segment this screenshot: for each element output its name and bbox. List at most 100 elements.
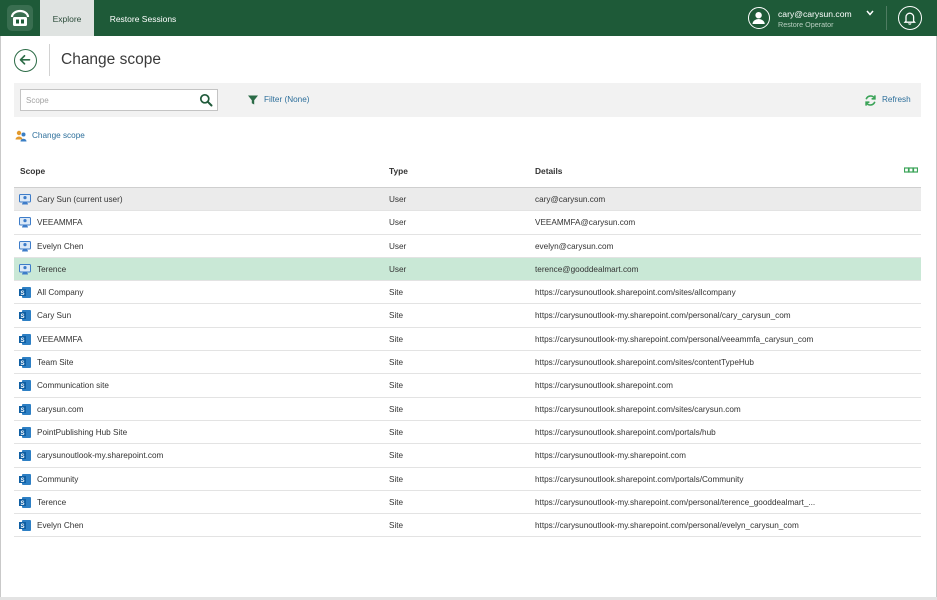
table-row[interactable]: S Team Site Site https://carysunoutlook.sha… <box>14 351 921 375</box>
cell-scope: carysun.com <box>37 404 84 414</box>
user-role: Restore Operator <box>778 20 834 29</box>
cell-scope: VEEAMMFA <box>37 218 83 228</box>
column-chooser-icon[interactable] <box>904 166 918 174</box>
chevron-down-icon <box>866 10 874 16</box>
cell-scope: VEEAMMFA <box>37 334 83 344</box>
cell-type: Site <box>389 427 404 437</box>
cell-details: terence@gooddealmart.com <box>535 264 639 274</box>
user-avatar-icon <box>752 12 765 24</box>
table-row[interactable]: S VEEAMMFA Site https://carysunoutlook-my.s… <box>14 328 921 352</box>
cell-details: cary@carysun.com <box>535 195 606 204</box>
sharepoint-icon: S <box>19 473 31 485</box>
user-menu[interactable]: cary@carysun.com Restore Operator <box>748 4 886 32</box>
cell-details: https://carysunoutlook-my.sharepoint.com… <box>535 497 816 507</box>
svg-text:S: S <box>20 361 24 367</box>
cell-type: User <box>389 195 407 204</box>
search-input[interactable] <box>26 92 191 108</box>
sharepoint-icon: S <box>19 310 31 322</box>
table-row[interactable]: Evelyn Chen User evelyn@carysun.com <box>14 235 921 258</box>
refresh-icon <box>865 95 876 106</box>
sharepoint-icon: S <box>19 357 31 369</box>
column-header-type[interactable]: Type <box>389 166 408 176</box>
table-row[interactable]: S Terence Site https://carysunoutlook-my.sh… <box>14 491 921 515</box>
cell-details: https://carysunoutlook-my.sharepoint.com… <box>535 311 791 321</box>
user-icon <box>19 263 31 275</box>
table-row[interactable]: VEEAMMFA User VEEAMMFA@carysun.com <box>14 211 921 235</box>
sharepoint-icon: S <box>19 333 31 345</box>
cell-type: Site <box>389 521 404 531</box>
table-row[interactable]: S All Company Site https://carysunoutlook.s… <box>14 281 921 305</box>
back-button[interactable] <box>14 49 37 72</box>
cell-details: evelyn@carysun.com <box>535 241 614 251</box>
svg-text:S: S <box>20 501 24 507</box>
cell-details: https://carysunoutlook.sharepoint.com <box>535 381 673 391</box>
change-scope-label: Change scope <box>32 131 85 140</box>
table-row[interactable]: S Community Site https://carysunoutlook.sha… <box>14 468 921 491</box>
cell-type: User <box>389 241 407 251</box>
cell-scope: Community <box>37 474 79 484</box>
sharepoint-icon: S <box>19 287 31 299</box>
svg-text:S: S <box>20 338 24 344</box>
svg-text:S: S <box>20 477 24 483</box>
cell-scope: PointPublishing Hub Site <box>37 427 128 437</box>
cell-scope: Evelyn Chen <box>37 521 84 531</box>
cell-details: https://carysunoutlook-my.sharepoint.com… <box>535 334 814 344</box>
cell-details: https://carysunoutlook-my.sharepoint.com <box>535 451 686 461</box>
cell-scope: Terence <box>37 497 67 507</box>
svg-text:S: S <box>20 524 24 530</box>
cell-type: Site <box>389 381 404 391</box>
bell-icon <box>903 12 916 25</box>
cell-scope: Cary Sun (current user) <box>37 195 123 204</box>
cell-details: https://carysunoutlook-my.sharepoint.com… <box>535 521 799 531</box>
svg-text:S: S <box>20 431 24 437</box>
tab-explore[interactable]: Explore <box>40 0 94 36</box>
cell-scope: Cary Sun <box>37 311 72 321</box>
filter-icon <box>248 95 258 105</box>
table-row[interactable]: S Evelyn Chen Site https://carysunoutlook-m… <box>14 514 921 538</box>
search-icon[interactable] <box>199 93 213 107</box>
cell-type: Site <box>389 497 404 507</box>
cell-details: https://carysunoutlook.sharepoint.com/si… <box>535 288 736 298</box>
svg-text:S: S <box>20 384 24 390</box>
table-row[interactable]: S PointPublishing Hub Site Site https://car… <box>14 421 921 445</box>
user-name: cary@carysun.com <box>778 9 852 19</box>
user-icon <box>19 217 31 228</box>
tab-restore-sessions[interactable]: Restore Sessions <box>98 0 188 36</box>
arrow-left-icon <box>19 54 31 65</box>
sharepoint-icon: S <box>19 496 31 508</box>
cell-type: Site <box>389 474 404 484</box>
sharepoint-icon: S <box>19 520 31 532</box>
table-row[interactable]: Terence User terence@gooddealmart.com <box>14 257 921 282</box>
cell-scope: Team Site <box>37 358 74 368</box>
svg-text:S: S <box>20 407 24 413</box>
column-header-details[interactable]: Details <box>535 166 562 176</box>
cell-details: VEEAMMFA@carysun.com <box>535 218 636 228</box>
cell-type: Site <box>389 334 404 344</box>
cell-type: User <box>389 264 407 274</box>
header-divider <box>49 44 50 76</box>
table-row[interactable]: S Communication site Site https://carysunou… <box>14 374 921 398</box>
table-row[interactable]: Cary Sun (current user) User cary@carysun.… <box>14 188 921 212</box>
svg-text:S: S <box>20 291 24 297</box>
table-row[interactable]: Scarysun.com Site https://carysunoutlook.s… <box>14 398 921 421</box>
cell-scope: Terence <box>37 264 67 274</box>
page-title: Change scope <box>61 51 161 68</box>
sharepoint-icon: S <box>19 450 31 462</box>
table-row[interactable]: S Cary Sun Site https://carysunoutlook-my.s… <box>14 304 921 328</box>
column-header-scope[interactable]: Scope <box>20 166 45 176</box>
cell-scope: Communication site <box>37 381 109 391</box>
sharepoint-icon: S <box>19 403 31 415</box>
cell-type: Site <box>389 288 404 298</box>
cell-type: Site <box>389 358 404 368</box>
table-row[interactable]: Scarysunoutlook-my.sharepoint.com Site htt… <box>14 444 921 468</box>
search-box <box>20 89 218 111</box>
cell-details: https://carysunoutlook.sharepoint.com/po… <box>535 427 716 437</box>
cell-type: Site <box>389 451 404 461</box>
refresh-label: Refresh <box>882 95 911 104</box>
cell-scope: carysunoutlook-my.sharepoint.com <box>37 451 164 461</box>
change-scope-icon <box>15 130 27 142</box>
sharepoint-icon: S <box>19 380 31 392</box>
cell-type: Site <box>389 404 404 414</box>
notifications-button[interactable] <box>898 6 922 30</box>
refresh-button[interactable]: Refresh <box>864 93 920 107</box>
